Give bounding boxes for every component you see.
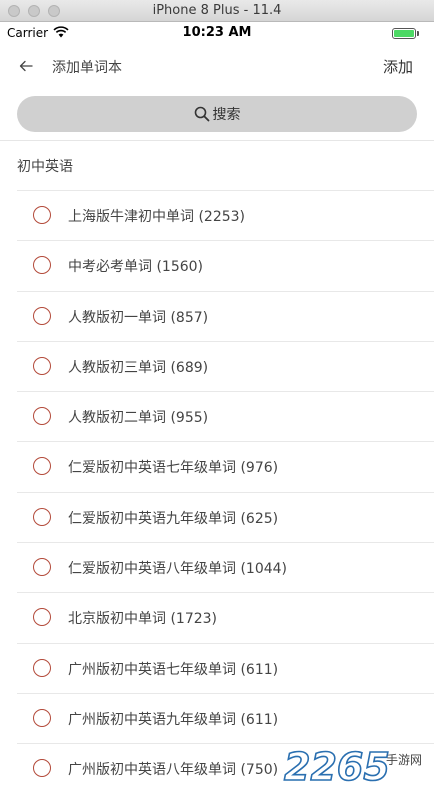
list-item[interactable]: 仁爱版初中英语八年级单词 (1044) bbox=[17, 542, 434, 592]
simulator-title: iPhone 8 Plus - 11.4 bbox=[152, 3, 282, 18]
radio-button[interactable] bbox=[33, 306, 51, 325]
list-item-label: 广州版初中英语九年级单词 (611) bbox=[68, 711, 279, 728]
list-item-label: 人教版初二单词 (955) bbox=[68, 410, 209, 427]
book-list: 上海版牛津初中单词 (2253) 中考必考单词 (1560) 人教版初一单词 (… bbox=[0, 190, 434, 794]
divider bbox=[0, 140, 434, 141]
watermark-logo: 2265 手游网 bbox=[283, 744, 422, 790]
radio-button[interactable] bbox=[33, 256, 51, 275]
radio-button[interactable] bbox=[33, 759, 51, 778]
simulator-titlebar: iPhone 8 Plus - 11.4 bbox=[0, 0, 434, 22]
nav-bar: 添加单词本 添加 bbox=[0, 44, 434, 88]
radio-button[interactable] bbox=[33, 708, 51, 727]
list-item-label: 仁爱版初中英语七年级单词 (976) bbox=[68, 460, 279, 477]
radio-button[interactable] bbox=[33, 558, 51, 577]
back-button[interactable] bbox=[12, 54, 40, 78]
list-item-label: 仁爱版初中英语九年级单词 (625) bbox=[68, 510, 279, 527]
status-time: 10:23 AM bbox=[182, 25, 252, 40]
radio-button[interactable] bbox=[33, 206, 51, 224]
list-item-label: 北京版初中单词 (1723) bbox=[68, 611, 218, 628]
svg-text:2265: 2265 bbox=[284, 745, 390, 789]
list-item[interactable]: 中考必考单词 (1560) bbox=[17, 240, 434, 290]
status-bar: Carrier 10:23 AM bbox=[0, 22, 434, 44]
list-item[interactable]: 人教版初三单词 (689) bbox=[17, 340, 434, 391]
search-label: 搜索 bbox=[212, 107, 241, 123]
list-item[interactable]: 人教版初一单词 (857) bbox=[17, 290, 434, 341]
radio-button[interactable] bbox=[33, 457, 51, 476]
back-arrow-icon bbox=[19, 60, 33, 72]
list-item[interactable]: 上海版牛津初中单词 (2253) bbox=[17, 190, 434, 240]
battery-cap bbox=[417, 31, 419, 36]
list-item-label: 上海版牛津初中单词 (2253) bbox=[68, 209, 246, 225]
radio-button[interactable] bbox=[33, 608, 51, 627]
radio-button[interactable] bbox=[33, 356, 51, 375]
radio-button[interactable] bbox=[33, 407, 51, 426]
page-title: 添加单词本 bbox=[52, 60, 122, 76]
list-item[interactable]: 广州版初中英语九年级单词 (611) bbox=[17, 692, 434, 743]
svg-text:手游网: 手游网 bbox=[386, 753, 422, 767]
list-item-label: 仁爱版初中英语八年级单词 (1044) bbox=[68, 561, 288, 578]
add-button[interactable]: 添加 bbox=[383, 56, 413, 77]
section-title: 初中英语 bbox=[17, 159, 73, 175]
list-item[interactable]: 人教版初二单词 (955) bbox=[17, 391, 434, 441]
search-bar[interactable]: 搜索 bbox=[17, 96, 417, 132]
list-item-label: 广州版初中英语七年级单词 (611) bbox=[68, 661, 279, 678]
list-item-label: 中考必考单词 (1560) bbox=[68, 259, 204, 276]
list-item-label: 人教版初三单词 (689) bbox=[68, 359, 209, 376]
list-item-label: 人教版初一单词 (857) bbox=[68, 309, 209, 326]
battery-icon bbox=[392, 28, 416, 39]
list-item-label: 广州版初中英语八年级单词 (750) bbox=[68, 762, 279, 779]
list-item[interactable]: 仁爱版初中英语九年级单词 (625) bbox=[17, 491, 434, 542]
list-item[interactable]: 广州版初中英语七年级单词 (611) bbox=[17, 642, 434, 693]
radio-button[interactable] bbox=[33, 507, 51, 526]
search-icon bbox=[194, 106, 209, 122]
list-item[interactable]: 仁爱版初中英语七年级单词 (976) bbox=[17, 441, 434, 491]
list-item[interactable]: 北京版初中单词 (1723) bbox=[17, 592, 434, 642]
radio-button[interactable] bbox=[33, 658, 51, 677]
